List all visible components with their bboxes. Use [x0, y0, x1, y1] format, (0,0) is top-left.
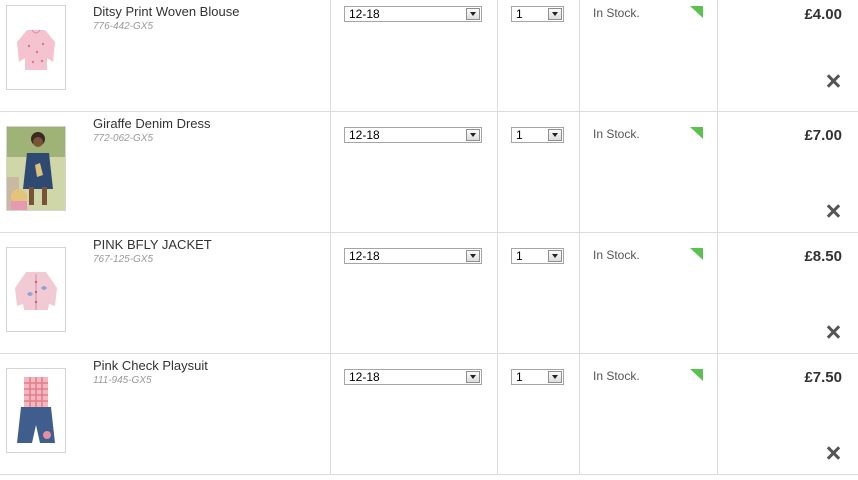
chevron-down-icon[interactable]: [466, 371, 480, 383]
product-sku: 776-442-GX5: [93, 21, 154, 32]
stock-flag-icon: [690, 6, 703, 18]
chevron-down-icon[interactable]: [466, 129, 480, 141]
denim-dress-photo: [7, 127, 65, 210]
column-divider: [330, 354, 331, 474]
size-select-value: 12-18: [349, 370, 380, 384]
column-divider: [497, 0, 498, 111]
size-select[interactable]: 12-18: [344, 369, 482, 385]
close-icon[interactable]: [826, 446, 840, 460]
close-icon[interactable]: [826, 74, 840, 88]
chevron-down-icon[interactable]: [548, 371, 562, 383]
size-select[interactable]: 12-18: [344, 127, 482, 143]
column-divider: [330, 112, 331, 232]
column-divider: [579, 0, 580, 111]
quantity-select[interactable]: 1: [511, 369, 564, 385]
quantity-select-value: 1: [516, 7, 523, 21]
basket-row: Giraffe Denim Dress 772-062-GX5 12-18 1 …: [0, 112, 858, 233]
basket-row: Ditsy Print Woven Blouse 776-442-GX5 12-…: [0, 0, 858, 112]
size-select-value: 12-18: [349, 249, 380, 263]
column-divider: [717, 112, 718, 232]
stock-flag-icon: [690, 248, 703, 260]
close-icon[interactable]: [826, 325, 840, 339]
item-price: £7.00: [804, 127, 842, 144]
quantity-select-value: 1: [516, 370, 523, 384]
column-divider: [497, 112, 498, 232]
column-divider: [579, 354, 580, 474]
stock-status: In Stock.: [593, 6, 640, 20]
column-divider: [497, 354, 498, 474]
product-sku: 772-062-GX5: [93, 133, 154, 144]
chevron-down-icon[interactable]: [548, 8, 562, 20]
column-divider: [330, 233, 331, 353]
item-price: £7.50: [804, 369, 842, 386]
product-name-link[interactable]: Pink Check Playsuit: [93, 358, 208, 373]
size-select-value: 12-18: [349, 128, 380, 142]
quantity-select[interactable]: 1: [511, 248, 564, 264]
stock-status: In Stock.: [593, 369, 640, 383]
item-price: £4.00: [804, 6, 842, 23]
size-select-value: 12-18: [349, 7, 380, 21]
product-image[interactable]: [6, 5, 66, 90]
stock-status: In Stock.: [593, 248, 640, 262]
chevron-down-icon[interactable]: [548, 129, 562, 141]
basket-list: Ditsy Print Woven Blouse 776-442-GX5 12-…: [0, 0, 858, 480]
pink-blouse-image: [7, 6, 65, 89]
product-image[interactable]: [6, 247, 66, 332]
product-image[interactable]: [6, 368, 66, 453]
product-name-link[interactable]: PINK BFLY JACKET: [93, 237, 212, 252]
column-divider: [579, 112, 580, 232]
chevron-down-icon[interactable]: [466, 8, 480, 20]
playsuit-image: [7, 369, 65, 452]
basket-row: Pink Check Playsuit 111-945-GX5 12-18 1 …: [0, 354, 858, 475]
quantity-select[interactable]: 1: [511, 127, 564, 143]
quantity-select[interactable]: 1: [511, 6, 564, 22]
product-name-link[interactable]: Giraffe Denim Dress: [93, 116, 211, 131]
column-divider: [717, 0, 718, 111]
product-sku: 767-125-GX5: [93, 254, 154, 265]
product-image[interactable]: [6, 126, 66, 211]
basket-row: PINK BFLY JACKET 767-125-GX5 12-18 1 In …: [0, 233, 858, 354]
item-price: £8.50: [804, 248, 842, 265]
stock-flag-icon: [690, 127, 703, 139]
chevron-down-icon[interactable]: [548, 250, 562, 262]
pink-jacket-image: [7, 248, 65, 331]
column-divider: [497, 233, 498, 353]
column-divider: [717, 354, 718, 474]
column-divider: [330, 0, 331, 111]
product-sku: 111-945-GX5: [93, 375, 152, 386]
close-icon[interactable]: [826, 204, 840, 218]
size-select[interactable]: 12-18: [344, 248, 482, 264]
column-divider: [717, 233, 718, 353]
product-name-link[interactable]: Ditsy Print Woven Blouse: [93, 4, 239, 19]
chevron-down-icon[interactable]: [466, 250, 480, 262]
quantity-select-value: 1: [516, 249, 523, 263]
stock-status: In Stock.: [593, 127, 640, 141]
quantity-select-value: 1: [516, 128, 523, 142]
stock-flag-icon: [690, 369, 703, 381]
size-select[interactable]: 12-18: [344, 6, 482, 22]
column-divider: [579, 233, 580, 353]
